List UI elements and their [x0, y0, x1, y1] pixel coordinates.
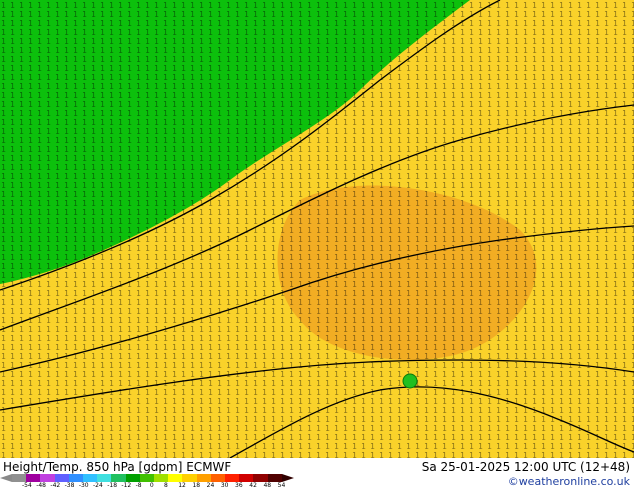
legend-swatch [253, 474, 268, 482]
legend-tick-labels: -54 -48 -42 -38 -30 -24 -18 -12 -8 0 8 12 18 24 30 36 42… [22, 482, 292, 490]
legend-tick-label: -38 [64, 482, 75, 489]
legend-swatch [239, 474, 254, 482]
legend-tick-label: 0 [149, 482, 154, 489]
legend-swatch [182, 474, 197, 482]
legend-swatch [68, 474, 84, 482]
legend-tick-label: 36 [235, 482, 243, 489]
legend-tick-label: -24 [93, 482, 103, 489]
legend-swatch [267, 474, 282, 482]
legend-swatch [111, 474, 126, 482]
legend-swatch [54, 474, 69, 482]
color-legend: -54 -48 -42 -38 -30 -24 -18 -12 -8 0 8 12 18 24 30 36 42… [0, 474, 300, 490]
location-marker [402, 373, 418, 389]
legend-tick-label: 48 [263, 482, 272, 489]
legend-swatch [125, 474, 140, 482]
legend-tick-label: -54 [22, 482, 32, 489]
legend-swatch [139, 474, 155, 482]
legend-tick-label: 18 [192, 482, 201, 489]
legend-tick-label: 42 [249, 482, 257, 489]
legend-tick-label: -12 [121, 482, 132, 489]
legend-swatch [168, 474, 183, 482]
value-texture [0, 0, 634, 458]
legend-tick-label: -30 [78, 482, 89, 489]
legend-swatch [26, 474, 41, 482]
legend-swatch [154, 474, 169, 482]
legend-swatch [210, 474, 226, 482]
legend-swatch [97, 474, 112, 482]
legend-tick-label: 54 [277, 482, 286, 489]
map-footer: Height/Temp. 850 hPa [gdpm] ECMWF Sa 25-… [0, 458, 634, 490]
legend-swatch [225, 474, 240, 482]
legend-tick-label: -48 [36, 482, 47, 489]
map-title: Height/Temp. 850 hPa [gdpm] ECMWF [3, 460, 232, 474]
green-location-marker-icon [402, 373, 418, 389]
legend-color-bar [12, 474, 282, 482]
forecast-datetime: Sa 25-01-2025 12:00 UTC (12+48) [421, 460, 630, 474]
legend-right-arrow-icon [282, 474, 294, 482]
legend-swatch [40, 474, 55, 482]
legend-tick-label: 30 [220, 482, 229, 489]
weather-map: 1 [0, 0, 634, 458]
legend-left-arrow-icon [0, 474, 12, 482]
legend-swatch [196, 474, 211, 482]
credit-link[interactable]: ©weatheronline.co.uk [508, 475, 630, 488]
legend-tick-label: 24 [206, 482, 215, 489]
legend-tick-label: -42 [50, 482, 61, 489]
legend-swatch [83, 474, 98, 482]
legend-tick-label: 12 [178, 482, 186, 489]
legend-tick-label: -8 [135, 482, 142, 489]
legend-tick-label: 8 [164, 482, 168, 489]
legend-tick-label: -18 [107, 482, 118, 489]
legend-swatch [12, 474, 27, 482]
